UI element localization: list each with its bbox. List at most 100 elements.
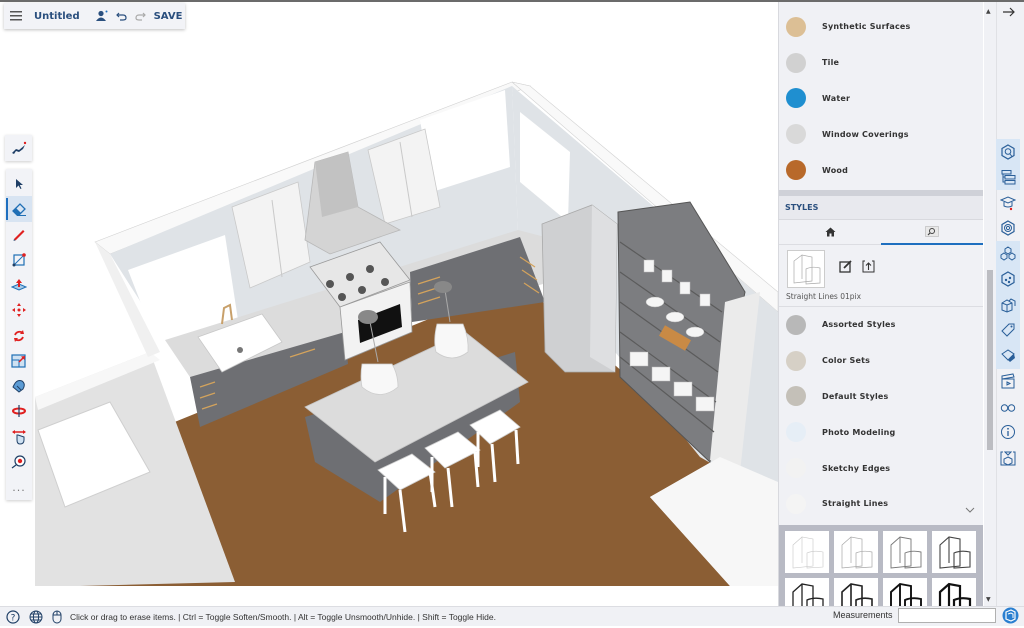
- save-button[interactable]: SAVE: [154, 11, 183, 22]
- entity-info-tray-button[interactable]: [996, 139, 1020, 165]
- material-category-tile[interactable]: Tile: [779, 45, 983, 81]
- material-category-wood[interactable]: Wood: [779, 152, 983, 188]
- tool-rectangle[interactable]: [6, 247, 32, 272]
- tool-push-pull[interactable]: [6, 272, 32, 297]
- browse-icon: [925, 226, 939, 238]
- scroll-down-arrow[interactable]: ▼: [986, 596, 991, 603]
- 3d-warehouse-tray-button[interactable]: [996, 292, 1020, 318]
- tab-styles-home[interactable]: [779, 220, 881, 244]
- style-collection-default-styles[interactable]: Default Styles: [779, 379, 983, 415]
- collection-thumbnail: [786, 422, 806, 443]
- style-thumbnail-option[interactable]: [883, 578, 927, 606]
- material-category-window-coverings[interactable]: Window Coverings: [779, 116, 983, 152]
- tray-icon-list: [996, 139, 1020, 471]
- scroll-up-arrow[interactable]: ▲: [986, 8, 991, 15]
- solid-inspector-tray-button[interactable]: [996, 445, 1020, 471]
- default-tray-panel: Synthetic Surfaces Tile Water Window Cov…: [778, 2, 983, 606]
- current-style-name: Straight Lines 01pix: [786, 291, 862, 301]
- menu-icon[interactable]: [10, 11, 22, 21]
- styles-tray-button[interactable]: [996, 266, 1020, 292]
- materials-tray-button[interactable]: [996, 241, 1020, 267]
- tool-move[interactable]: [6, 298, 32, 323]
- measurements-input[interactable]: [898, 608, 996, 623]
- tool-orbit[interactable]: [6, 399, 32, 424]
- outliner-tray-button[interactable]: [996, 164, 1020, 190]
- style-thumbnail-option[interactable]: [834, 578, 878, 606]
- sink-drain: [237, 347, 243, 353]
- soften-edges-tray-button[interactable]: [996, 343, 1020, 369]
- undo-icon[interactable]: [115, 11, 127, 21]
- update-style-icon[interactable]: [862, 260, 875, 273]
- tool-rotate[interactable]: [6, 323, 32, 348]
- select-arrow-icon: [16, 178, 23, 189]
- tool-eraser[interactable]: [6, 196, 32, 222]
- style-thumbnail-option[interactable]: [785, 531, 829, 573]
- push-pull-icon: [11, 278, 27, 291]
- model-viewport[interactable]: [0, 2, 778, 606]
- style-thumbnail-option[interactable]: [932, 531, 976, 573]
- measurements-label: Measurements: [833, 610, 893, 620]
- pan-icon: [12, 429, 26, 445]
- model-info-icon: [1001, 425, 1015, 440]
- style-collection-assorted-styles[interactable]: Assorted Styles: [779, 307, 983, 343]
- collapse-tray-button[interactable]: [1000, 4, 1018, 20]
- current-style-preview: Straight Lines 01pix: [779, 245, 983, 307]
- scale-icon: [11, 354, 26, 368]
- move-icon: [12, 303, 26, 318]
- scenes-tray-button[interactable]: [996, 369, 1020, 395]
- collection-label: Straight Lines: [822, 499, 889, 509]
- chevron-down-icon[interactable]: [965, 498, 975, 517]
- style-thumbnail-option[interactable]: [785, 578, 829, 606]
- tool-line[interactable]: [6, 222, 32, 247]
- collection-label: Sketchy Edges: [822, 463, 891, 473]
- style-collection-color-sets[interactable]: Color Sets: [779, 343, 983, 379]
- edit-style-icon[interactable]: [839, 260, 852, 273]
- tool-tape-measure[interactable]: [6, 449, 32, 474]
- style-collection-sketchy-edges[interactable]: Sketchy Edges: [779, 450, 983, 486]
- material-swatch: [786, 52, 806, 73]
- style-collection-straight-lines[interactable]: Straight Lines: [779, 486, 983, 522]
- search-tools-button[interactable]: [5, 135, 32, 161]
- style-collection-photo-modeling[interactable]: Photo Modeling: [779, 414, 983, 450]
- panel-scrollbar-thumb[interactable]: [987, 270, 993, 450]
- style-thumbnail-option[interactable]: [883, 531, 927, 573]
- rectangle-icon: [12, 252, 26, 267]
- tab-styles-browse[interactable]: [881, 220, 983, 245]
- arrow-right-icon: [1003, 7, 1015, 17]
- tool-pan[interactable]: [6, 424, 32, 449]
- instructor-tray-button[interactable]: [996, 190, 1020, 216]
- style-thumbnail-option[interactable]: [932, 578, 976, 606]
- tool-paint-bucket[interactable]: [6, 374, 32, 399]
- redo-icon[interactable]: [135, 11, 146, 21]
- tool-palette: ...: [6, 169, 32, 500]
- home-icon: [825, 227, 835, 237]
- components-tray-button[interactable]: [996, 216, 1020, 242]
- material-label: Tile: [822, 58, 840, 68]
- document-title[interactable]: Untitled: [34, 11, 80, 22]
- styles-panel-header[interactable]: STYLES: [779, 195, 983, 220]
- style-collections: Assorted Styles Color Sets Default Style…: [779, 307, 983, 522]
- more-tools-button[interactable]: ...: [6, 475, 32, 500]
- material-category-water[interactable]: Water: [779, 81, 983, 117]
- kitchen-3d-scene[interactable]: [0, 2, 778, 606]
- tags-tray-button[interactable]: [996, 317, 1020, 343]
- sketchup-logo-icon[interactable]: [1002, 607, 1019, 628]
- style-thumbnail[interactable]: [787, 249, 825, 288]
- help-icon[interactable]: ?: [6, 609, 20, 624]
- collection-label: Default Styles: [822, 391, 889, 401]
- svg-text:?: ?: [11, 613, 16, 623]
- style-actions: [839, 260, 875, 273]
- entity-info-icon: [1001, 144, 1015, 160]
- add-user-icon[interactable]: [95, 10, 108, 22]
- tool-scale[interactable]: [6, 348, 32, 373]
- display-tray-button[interactable]: [996, 394, 1020, 420]
- model-info-tray-button[interactable]: [996, 420, 1020, 446]
- material-category-synthetic-surfaces[interactable]: Synthetic Surfaces: [779, 9, 983, 45]
- pendant-cap-2: [434, 281, 452, 293]
- collection-label: Color Sets: [822, 356, 871, 366]
- styles-icon: [1001, 271, 1015, 287]
- language-globe-icon[interactable]: [29, 610, 43, 624]
- style-thumbnail-option[interactable]: [834, 531, 878, 573]
- soften-edges-icon: [1001, 349, 1015, 362]
- tool-select[interactable]: [6, 171, 32, 196]
